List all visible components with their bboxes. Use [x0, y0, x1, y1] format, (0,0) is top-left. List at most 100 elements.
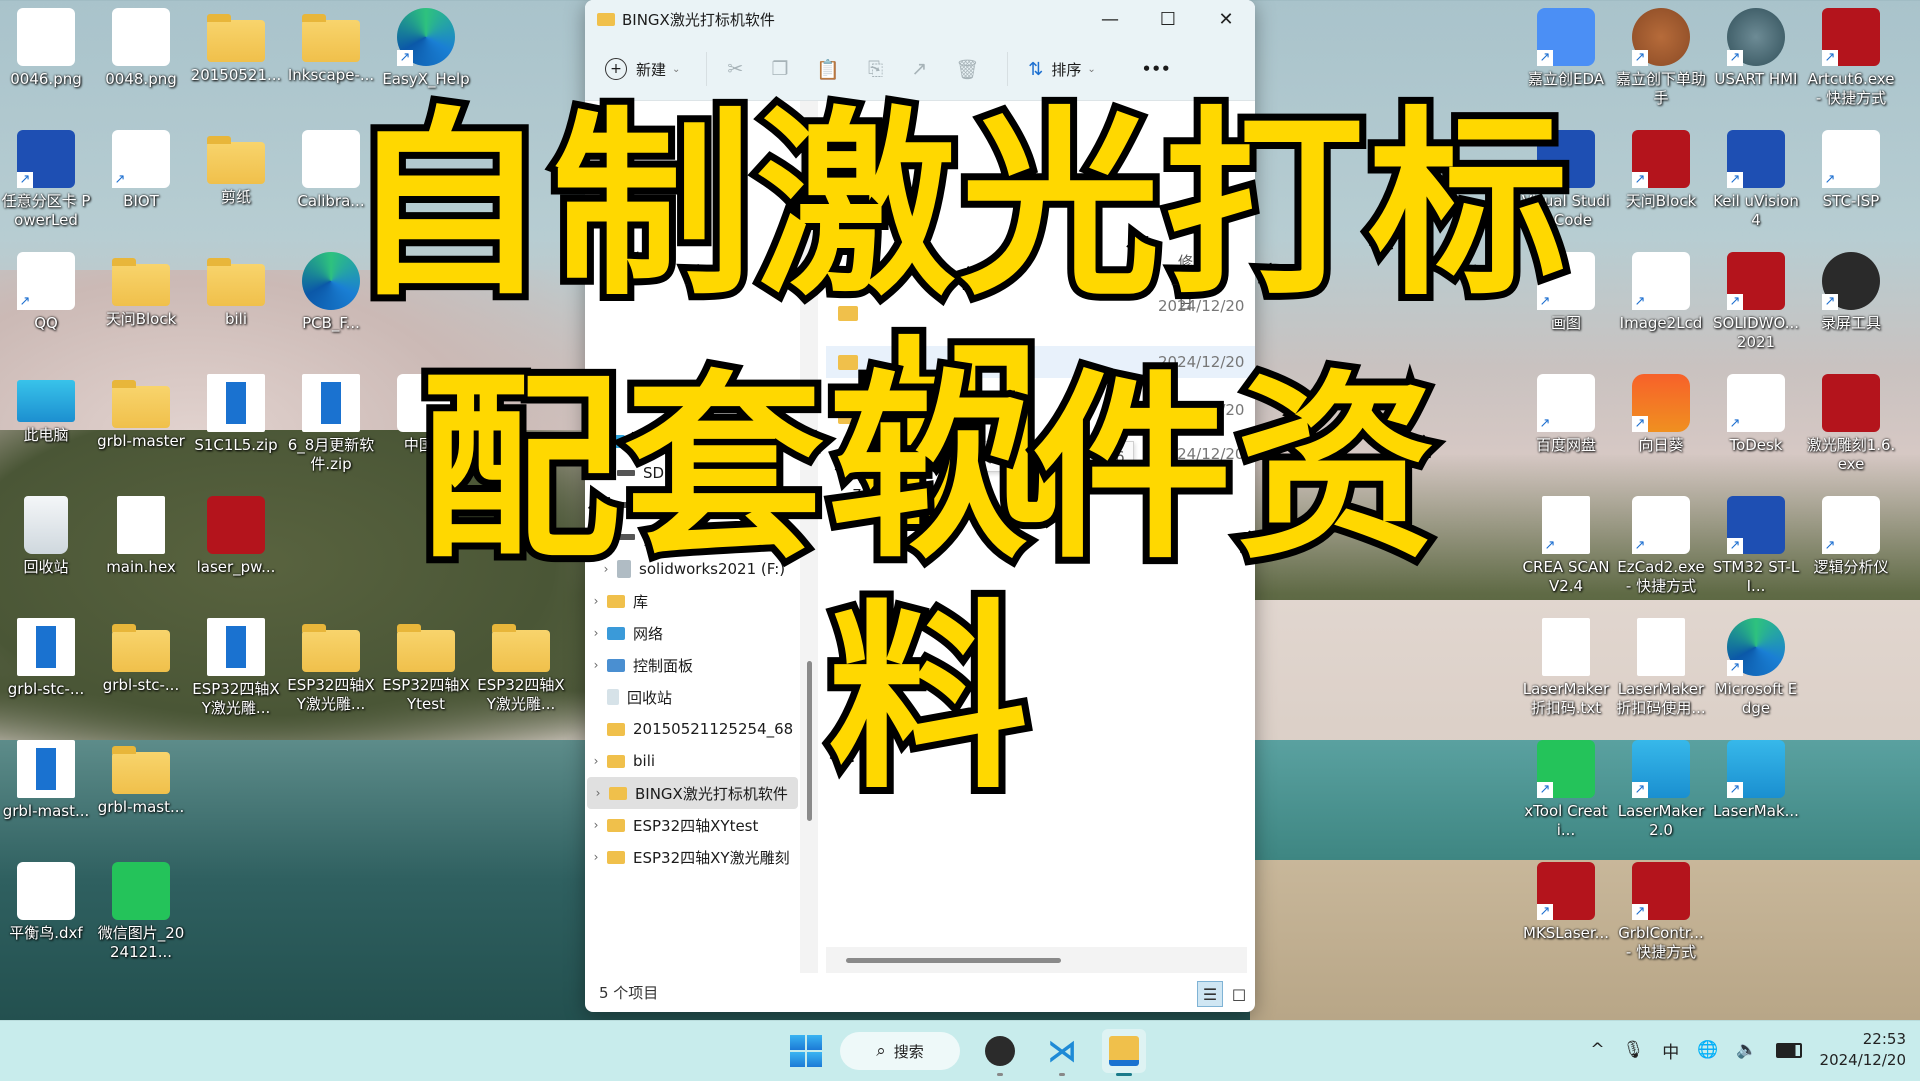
- desktop-icon[interactable]: ↗ 嘉立创下单助手: [1615, 8, 1707, 108]
- st-link-icon: ↗: [1727, 496, 1785, 554]
- shortcut-arrow-icon: ↗: [1822, 294, 1838, 310]
- delete-icon[interactable]: 🗑: [955, 58, 979, 81]
- desktop-icon[interactable]: 此电脑: [0, 374, 92, 445]
- desktop-icon[interactable]: ↗ 任意分区卡 PowerLed: [0, 130, 92, 230]
- desktop-icon[interactable]: ↗ LaserMak...: [1710, 740, 1802, 821]
- sort-label: 排序: [1051, 60, 1082, 79]
- windows-logo-icon: [790, 1035, 805, 1050]
- desktop-icon[interactable]: 微信图片_2024121...: [95, 862, 187, 962]
- file-explorer-icon: [1109, 1036, 1139, 1066]
- desktop-icon-label: USART HMI: [1714, 70, 1798, 88]
- desktop-icon[interactable]: ↗ EzCad2.exe - 快捷方式: [1615, 496, 1707, 596]
- desktop-icon[interactable]: 平衡鸟.dxf: [0, 862, 92, 943]
- windows-logo-icon: [807, 1052, 822, 1067]
- rename-icon[interactable]: ⎘: [868, 58, 883, 80]
- desktop-icon[interactable]: ↗ Artcut6.exe - 快捷方式: [1805, 8, 1897, 108]
- desktop-icon[interactable]: Inkscape-...: [285, 8, 377, 85]
- zip-icon: [207, 374, 265, 432]
- desktop-icon[interactable]: ↗ EasyX_Help: [380, 8, 472, 89]
- network-globe-icon[interactable]: 🌐: [1697, 1040, 1718, 1060]
- desktop-icon[interactable]: ESP32四轴XY激光雕...: [285, 618, 377, 714]
- paste-icon[interactable]: 📋: [816, 58, 840, 81]
- desktop-icon[interactable]: 20150521...: [190, 8, 282, 85]
- desktop-icon[interactable]: ↗ GrblContr... - 快捷方式: [1615, 862, 1707, 962]
- image2lcd-icon: ↗: [1632, 252, 1690, 310]
- windows-logo-icon: [807, 1035, 822, 1050]
- desktop-icon[interactable]: ↗ 向日葵: [1615, 374, 1707, 455]
- horizontal-scrollbar-thumb[interactable]: [846, 958, 1061, 963]
- desktop-icon[interactable]: grbl-mast...: [95, 740, 187, 817]
- more-options-button[interactable]: •••: [1142, 60, 1171, 78]
- volume-icon[interactable]: 🔈: [1736, 1040, 1757, 1060]
- desktop-icon[interactable]: 0048.png: [95, 8, 187, 89]
- desktop-icon[interactable]: ↗ 录屏工具: [1805, 252, 1897, 333]
- desktop-icon[interactable]: LaserMaker折扣码.txt: [1520, 618, 1612, 718]
- desktop-icon[interactable]: ↗ USART HMI: [1710, 8, 1802, 89]
- minimize-button[interactable]: —: [1081, 0, 1139, 38]
- shortcut-arrow-icon: ↗: [1822, 50, 1838, 66]
- desktop-icon[interactable]: ↗ 嘉立创EDA: [1520, 8, 1612, 89]
- desktop-icon[interactable]: ↗ 逻辑分析仪: [1805, 496, 1897, 577]
- copy-icon[interactable]: ❐: [771, 58, 788, 80]
- desktop-icon[interactable]: laser_pw...: [190, 496, 282, 577]
- chevron-icon[interactable]: ›: [585, 818, 607, 832]
- title-bar[interactable]: BINGX激光打标机软件 — ☐ ✕: [585, 0, 1255, 38]
- desktop-icon[interactable]: ↗ BIOT: [95, 130, 187, 211]
- microphone-icon[interactable]: 🎙: [1623, 1040, 1645, 1060]
- desktop-icon[interactable]: main.hex: [95, 496, 187, 577]
- desktop-icon[interactable]: bili: [190, 252, 282, 329]
- desktop-icon[interactable]: ↗ STM32 ST-LI...: [1710, 496, 1802, 596]
- close-button[interactable]: ✕: [1197, 0, 1255, 38]
- desktop-icon[interactable]: grbl-stc-...: [95, 618, 187, 695]
- shortcut-arrow-icon: ↗: [1537, 782, 1553, 798]
- desktop-icon[interactable]: ↗ Microsoft Edge: [1710, 618, 1802, 718]
- chevron-icon[interactable]: ›: [585, 850, 607, 864]
- desktop-icon-label: LaserMaker折扣码使用...: [1616, 680, 1706, 717]
- sort-button[interactable]: ⇅ 排序 ⌄: [1028, 59, 1096, 80]
- nav-item-folder-esp32-laser[interactable]: › ESP32四轴XY激光雕刻: [585, 841, 800, 873]
- desktop-icon[interactable]: ↗ Image2Lcd: [1615, 252, 1707, 333]
- desktop-icon[interactable]: grbl-master: [95, 374, 187, 451]
- new-button[interactable]: + 新建 ⌄: [605, 58, 680, 80]
- desktop-icon[interactable]: ↗ MKSLaser...: [1520, 862, 1612, 943]
- desktop-icon[interactable]: LaserMaker折扣码使用...: [1615, 618, 1707, 718]
- chevron-down-icon: ⌄: [672, 63, 681, 75]
- desktop-icon[interactable]: ↗ Keil uVision4: [1710, 130, 1802, 230]
- desktop-icon[interactable]: 0046.png: [0, 8, 92, 89]
- details-view-button[interactable]: ☰: [1197, 981, 1223, 1007]
- shortcut-arrow-icon: ↗: [1727, 416, 1743, 432]
- desktop-icon[interactable]: ↗ SOLIDWO... 2021: [1710, 252, 1802, 352]
- show-hidden-icons-chevron[interactable]: ^: [1590, 1040, 1604, 1060]
- desktop-icon[interactable]: 激光雕刻1.6.exe: [1805, 374, 1897, 474]
- battery-icon[interactable]: [1775, 1042, 1802, 1058]
- cut-icon[interactable]: ✂: [727, 58, 743, 80]
- desktop-icon[interactable]: 剪纸: [190, 130, 282, 207]
- start-button[interactable]: [790, 1035, 822, 1067]
- vscode-app[interactable]: ⋊: [1040, 1029, 1084, 1076]
- desktop-icon-label: LaserMak...: [1713, 802, 1799, 820]
- logic-analyzer-icon: ↗: [1822, 496, 1880, 554]
- desktop-icon[interactable]: S1C1L5.zip: [190, 374, 282, 455]
- desktop-icon[interactable]: ↗ ToDesk: [1710, 374, 1802, 455]
- desktop-icon[interactable]: ESP32四轴XY激光雕...: [190, 618, 282, 718]
- desktop-icon[interactable]: ↗ LaserMaker 2.0: [1615, 740, 1707, 840]
- desktop-icon-label: bili: [224, 310, 248, 328]
- desktop-icon[interactable]: 回收站: [0, 496, 92, 577]
- clock[interactable]: 22:53 2024/12/20: [1820, 1029, 1906, 1071]
- ime-indicator[interactable]: 中: [1662, 1038, 1679, 1063]
- desktop-icon[interactable]: grbl-stc-...: [0, 618, 92, 699]
- desktop-icon[interactable]: ↗ 天问Block: [1615, 130, 1707, 211]
- obs-app[interactable]: [978, 1029, 1022, 1076]
- file-explorer-app[interactable]: [1102, 1029, 1146, 1076]
- desktop-icon[interactable]: 天问Block: [95, 252, 187, 329]
- tiles-view-button[interactable]: ☐: [1227, 983, 1251, 1007]
- share-icon[interactable]: ↗: [911, 58, 927, 80]
- taskbar-search[interactable]: ⌕ 搜索: [840, 1032, 960, 1070]
- desktop-icon[interactable]: grbl-mast...: [0, 740, 92, 821]
- maximize-button[interactable]: ☐: [1139, 0, 1197, 38]
- nav-item-label: ESP32四轴XYtest: [633, 816, 759, 835]
- desktop-icon[interactable]: ↗ xTool Creati...: [1520, 740, 1612, 840]
- horizontal-scroll-track[interactable]: [826, 947, 1247, 973]
- desktop-icon[interactable]: ↗ QQ: [0, 252, 92, 333]
- desktop-icon[interactable]: ↗ STC-ISP: [1805, 130, 1897, 211]
